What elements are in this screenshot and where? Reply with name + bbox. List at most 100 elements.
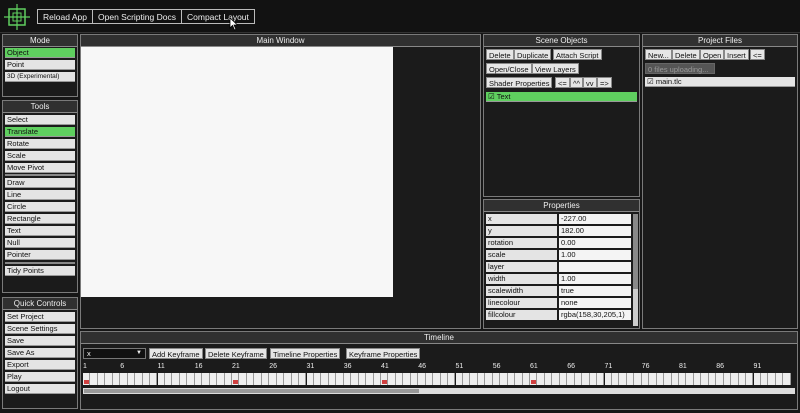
tool-move-pivot[interactable]: Move Pivot	[5, 163, 75, 173]
timeline-frame[interactable]	[224, 373, 232, 385]
timeline-frame[interactable]	[142, 373, 151, 385]
timeline-frame[interactable]	[634, 373, 642, 385]
timeline-frame[interactable]	[276, 373, 285, 385]
timeline-frame[interactable]	[150, 373, 158, 385]
scrollbar-thumb[interactable]	[633, 214, 638, 289]
timeline-frame[interactable]	[299, 373, 307, 385]
property-value[interactable]: 1.00	[559, 274, 631, 284]
timeline-frame[interactable]	[358, 373, 367, 385]
mode-object[interactable]: Object	[5, 48, 75, 58]
timeline-frame[interactable]	[649, 373, 657, 385]
timeline-frame[interactable]	[716, 373, 724, 385]
checkbox-icon[interactable]: ☑	[647, 77, 654, 86]
timeline-frame[interactable]	[604, 373, 612, 385]
timeline-keyframe[interactable]	[381, 373, 389, 385]
timeline-frame[interactable]	[731, 373, 739, 385]
timeline-frame[interactable]	[328, 373, 337, 385]
timeline-frame[interactable]	[403, 373, 411, 385]
timeline-frames[interactable]	[83, 373, 795, 385]
move-right-button[interactable]: =>	[597, 77, 612, 88]
tool-rectangle[interactable]: Rectangle	[5, 214, 75, 224]
view-layers-button[interactable]: View Layers	[532, 63, 579, 74]
timeline-scrollbar-thumb[interactable]	[84, 389, 419, 393]
timeline-frame[interactable]	[127, 373, 136, 385]
timeline-frame[interactable]	[112, 373, 121, 385]
timeline-keyframe[interactable]	[232, 373, 240, 385]
tool-line[interactable]: Line	[5, 190, 75, 200]
timeline-frame[interactable]	[395, 373, 404, 385]
export-button[interactable]: Export	[5, 360, 75, 370]
timeline-frame[interactable]	[388, 373, 396, 385]
timeline-frame[interactable]	[284, 373, 292, 385]
tool-scale[interactable]: Scale	[5, 151, 75, 161]
timeline-frame[interactable]	[351, 373, 359, 385]
timeline-frame[interactable]	[448, 373, 456, 385]
timeline-frame[interactable]	[679, 373, 687, 385]
timeline-frame[interactable]	[626, 373, 635, 385]
move-down-button[interactable]: vv	[583, 77, 597, 88]
timeline-frame[interactable]	[641, 373, 650, 385]
object-select[interactable]: x ▼	[83, 348, 146, 359]
timeline-frame[interactable]	[306, 373, 314, 385]
tool-pointer[interactable]: Pointer	[5, 250, 75, 260]
timeline-frame[interactable]	[336, 373, 344, 385]
timeline-frame[interactable]	[723, 373, 732, 385]
timeline-frame[interactable]	[567, 373, 575, 385]
open-close-button[interactable]: Open/Close	[486, 63, 532, 74]
timeline-frame[interactable]	[239, 373, 247, 385]
timeline-frame[interactable]	[746, 373, 754, 385]
delete-keyframe-button[interactable]: Delete Keyframe	[205, 348, 267, 359]
timeline-frame[interactable]	[589, 373, 598, 385]
timeline-frame[interactable]	[90, 373, 98, 385]
timeline-keyframe[interactable]	[83, 373, 91, 385]
timeline-frame[interactable]	[470, 373, 478, 385]
open-scripting-docs-button[interactable]: Open Scripting Docs	[92, 9, 182, 24]
timeline-frame[interactable]	[455, 373, 463, 385]
timeline-frame[interactable]	[440, 373, 449, 385]
properties-scrollbar[interactable]	[633, 214, 638, 326]
property-value[interactable]: 0.00	[559, 238, 631, 248]
timeline-frame[interactable]	[701, 373, 709, 385]
timeline-frame[interactable]	[313, 373, 322, 385]
files-back-button[interactable]: <=	[750, 49, 765, 60]
tool-text[interactable]: Text	[5, 226, 75, 236]
mode-point[interactable]: Point	[5, 60, 75, 70]
attach-script-button[interactable]: Attach Script	[553, 49, 602, 60]
timeline-frame[interactable]	[574, 373, 583, 385]
duplicate-button[interactable]: Duplicate	[514, 49, 552, 60]
property-value[interactable]: 182.00	[559, 226, 631, 236]
canvas[interactable]	[81, 47, 393, 297]
tool-circle[interactable]: Circle	[5, 202, 75, 212]
timeline-frame[interactable]	[418, 373, 426, 385]
timeline-frame[interactable]	[425, 373, 434, 385]
property-value[interactable]	[559, 262, 631, 272]
timeline-frame[interactable]	[544, 373, 553, 385]
timeline-frame[interactable]	[619, 373, 627, 385]
timeline-frame[interactable]	[105, 373, 113, 385]
timeline-frame[interactable]	[217, 373, 225, 385]
timeline-frame[interactable]	[500, 373, 508, 385]
tool-rotate[interactable]: Rotate	[5, 139, 75, 149]
timeline-frame[interactable]	[164, 373, 173, 385]
compact-layout-button[interactable]: Compact Layout	[181, 9, 255, 24]
timeline-frame[interactable]	[492, 373, 501, 385]
timeline-frame[interactable]	[135, 373, 143, 385]
timeline-frame[interactable]	[671, 373, 679, 385]
timeline-frame[interactable]	[611, 373, 620, 385]
timeline-frame[interactable]	[373, 373, 381, 385]
new-file-button[interactable]: New...	[645, 49, 672, 60]
timeline-frame[interactable]	[559, 373, 568, 385]
timeline-frame[interactable]	[656, 373, 665, 385]
timeline-frame[interactable]	[120, 373, 128, 385]
save-as-button[interactable]: Save As	[5, 348, 75, 358]
timeline-frame[interactable]	[760, 373, 769, 385]
tool-select[interactable]: Select	[5, 115, 75, 125]
keyframe-properties-button[interactable]: Keyframe Properties	[346, 348, 421, 359]
timeline-scrollbar[interactable]	[83, 388, 795, 394]
timeline-frame[interactable]	[157, 373, 165, 385]
logout-button[interactable]: Logout	[5, 384, 75, 394]
timeline-frame[interactable]	[775, 373, 784, 385]
timeline-frame[interactable]	[202, 373, 210, 385]
timeline-frame[interactable]	[693, 373, 702, 385]
timeline-frame[interactable]	[187, 373, 195, 385]
